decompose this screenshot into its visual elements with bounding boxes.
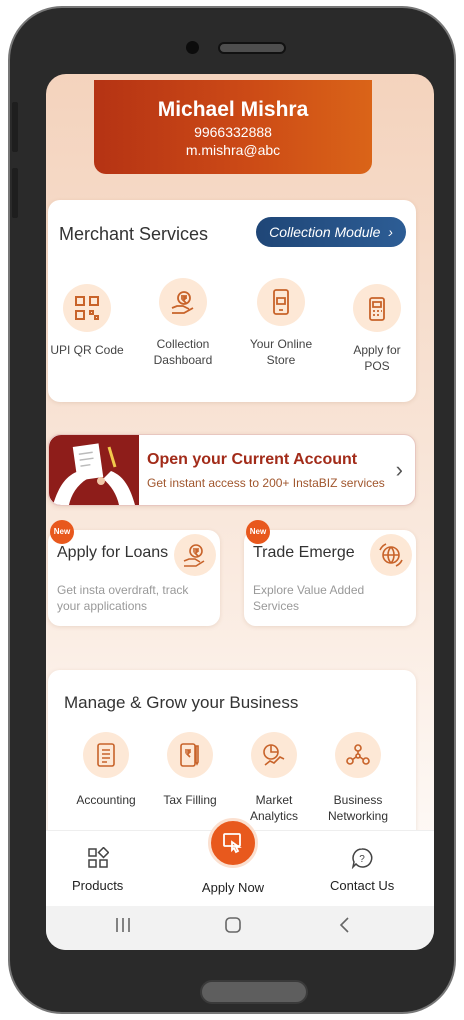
manage-item-tax-filling[interactable]: Tax Filling	[148, 732, 232, 808]
rupee-hand-icon	[159, 278, 207, 326]
service-label: Your Online Store	[249, 337, 313, 367]
profile-email: m.mishra@abc	[185, 142, 281, 158]
trade-emerge-card[interactable]: Trade Emerge Explore Value Added Service…	[244, 530, 416, 626]
rupee-hand-icon	[174, 534, 216, 576]
apply-loans-card[interactable]: Apply for Loans Get insta overdraft, tra…	[48, 530, 220, 626]
manage-item-business-networking[interactable]: Business Networking	[316, 732, 400, 824]
home-icon	[225, 917, 241, 933]
chevron-right-icon: ›	[395, 457, 403, 482]
collection-module-button[interactable]: Collection Module ›	[256, 217, 406, 247]
new-badge: New	[246, 520, 270, 544]
service-label: UPI QR Code	[50, 343, 124, 357]
apply-now-button[interactable]	[208, 818, 258, 868]
qr-code-icon	[63, 284, 111, 332]
loans-subtitle: Get insta overdraft, track your applicat…	[57, 583, 189, 613]
system-back-button[interactable]	[336, 916, 354, 939]
collection-module-label: Collection Module	[269, 224, 381, 240]
grid-icon	[87, 846, 110, 868]
service-collection-dashboard[interactable]: Collection Dashboard	[146, 278, 220, 368]
nav-contact-label: Contact Us	[330, 878, 395, 893]
nav-contact-us[interactable]: ? Contact Us	[330, 847, 394, 893]
recent-apps-icon	[116, 918, 130, 932]
trade-title: Trade Emerge	[253, 544, 355, 561]
current-account-illustration	[49, 435, 139, 505]
phone-store-icon	[257, 278, 305, 326]
recent-apps-button[interactable]	[114, 916, 132, 939]
tax-document-icon	[167, 732, 213, 778]
system-home-button[interactable]	[224, 916, 242, 939]
nav-products-label: Products	[72, 878, 124, 893]
app-screen: Michael Mishra 9966332888 m.mishra@abc M…	[46, 74, 434, 950]
earpiece-speaker	[218, 42, 286, 54]
current-account-banner[interactable]: Open your Current Account Get instant ac…	[48, 434, 416, 506]
service-upi-qr[interactable]: UPI QR Code	[50, 284, 124, 358]
volume-button	[12, 102, 18, 152]
apply-now-label: Apply Now	[201, 880, 265, 895]
service-apply-pos[interactable]: Apply for POS	[340, 284, 414, 374]
manage-item-label: Accounting	[76, 793, 136, 807]
current-account-title: Open your Current Account	[147, 451, 358, 468]
chevron-right-icon: ›	[384, 224, 393, 240]
manage-item-market-analytics[interactable]: Market Analytics	[232, 732, 316, 824]
service-label: Apply for POS	[353, 343, 401, 373]
manage-item-accounting[interactable]: Accounting	[64, 732, 148, 808]
new-badge: New	[50, 520, 74, 544]
merchant-services-title: Merchant Services	[59, 224, 209, 244]
analytics-icon	[251, 732, 297, 778]
manage-item-label: Market Analytics	[249, 793, 299, 823]
pos-terminal-icon	[353, 284, 401, 332]
ledger-icon	[83, 732, 129, 778]
system-navigation-bar	[46, 906, 434, 950]
profile-name: Michael Mishra	[157, 98, 309, 121]
globe-exchange-icon	[370, 534, 412, 576]
help-chat-icon: ?	[351, 848, 373, 870]
profile-phone: 9966332888	[194, 124, 272, 140]
front-camera	[186, 41, 199, 54]
manage-item-label: Business Networking	[327, 793, 389, 823]
trade-subtitle: Explore Value Added Services	[253, 583, 365, 613]
current-account-subtitle: Get instant access to 200+ InstaBIZ serv…	[147, 476, 385, 490]
svg-text:?: ?	[359, 854, 365, 865]
manage-grow-title: Manage & Grow your Business	[64, 693, 299, 712]
manage-item-label: Tax Filling	[163, 793, 217, 807]
apply-hand-icon	[223, 833, 242, 854]
power-button	[12, 168, 18, 218]
loans-title: Apply for Loans	[57, 544, 169, 561]
service-label: Collection Dashboard	[153, 337, 213, 367]
profile-header: Michael Mishra 9966332888 m.mishra@abc	[94, 80, 372, 174]
network-icon	[335, 732, 381, 778]
hardware-home-button	[200, 980, 308, 1004]
merchant-services-card: Merchant Services Collection Module › UP…	[48, 200, 416, 402]
back-chevron-icon	[339, 917, 349, 933]
service-online-store[interactable]: Your Online Store	[244, 278, 318, 368]
nav-products[interactable]: Products	[72, 846, 124, 893]
